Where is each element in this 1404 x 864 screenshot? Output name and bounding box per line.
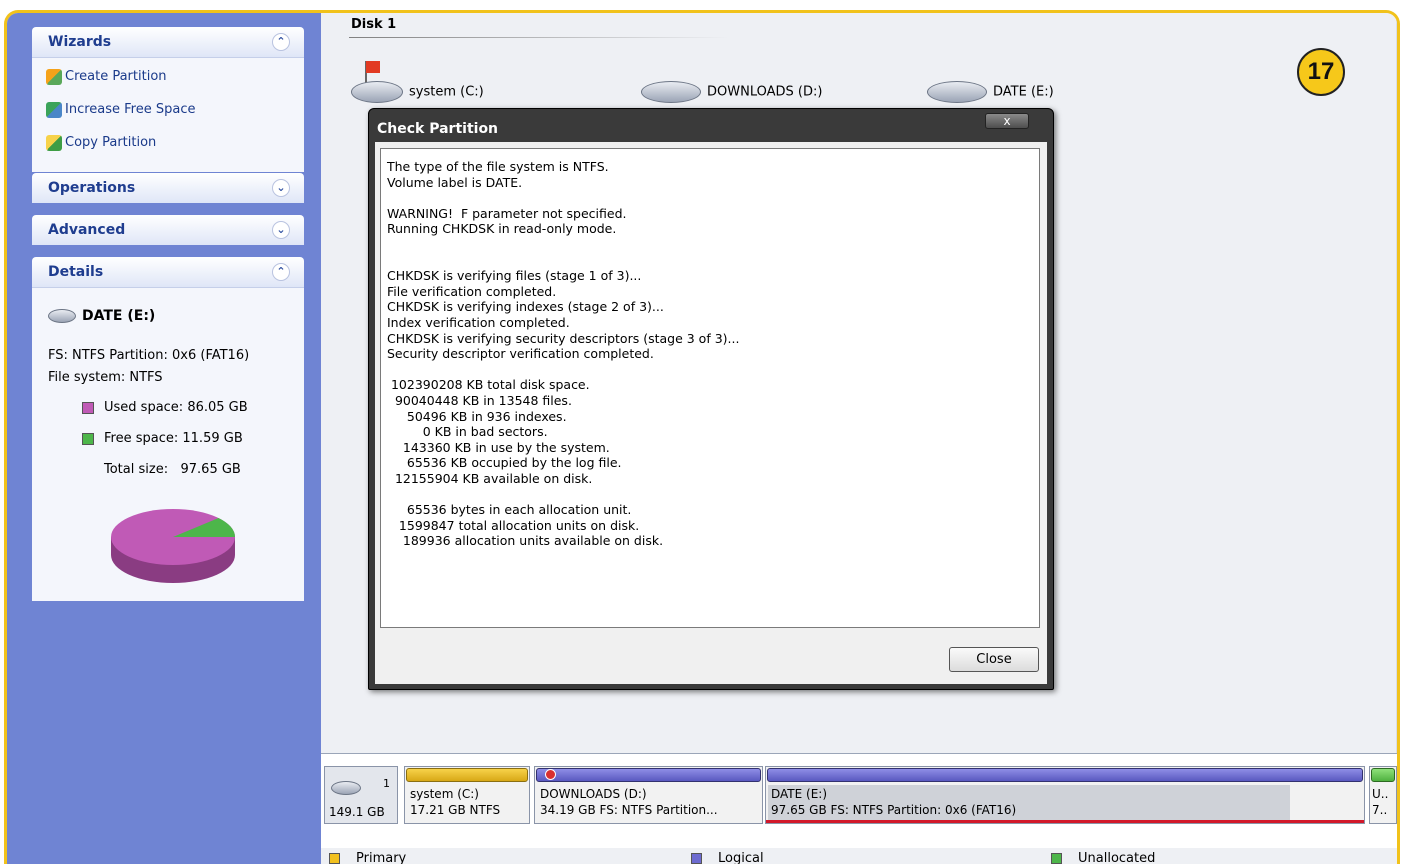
drive-c[interactable]: system (C:) [351,81,484,103]
details-panel: Details ⌃ DATE (E:) FS: NTFS Partition: … [32,257,304,601]
hard-drive-icon [641,81,701,103]
dialog-close-icon[interactable]: x [985,113,1029,129]
active-flag-icon [366,61,380,73]
disk-size: 149.1 GB [329,805,385,819]
partition-d-name: DOWNLOADS (D:) [540,787,647,801]
logical-swatch [691,853,702,864]
operations-title: Operations [48,180,136,196]
free-space-row: Free space: 11.59 GB [82,431,243,446]
total-size-row: Total size: 97.65 GB [104,462,241,477]
check-partition-dialog: Check Partition x The type of the file s… [368,108,1054,690]
partition-e-info: 97.65 GB FS: NTFS Partition: 0x6 (FAT16) [771,803,1017,817]
disk-1-block[interactable]: 1 149.1 GB [324,766,398,824]
main-area: Disk 1 system (C:) DOWNLOADS (D:) DATE (… [321,13,1397,864]
partition-e-name: DATE (E:) [771,787,828,801]
partition-legend: Primary Logical Unallocated [321,848,1397,864]
application-window: Wizards ⌃ Create Partition Increase Free… [4,10,1400,864]
copy-partition-link[interactable]: Copy Partition [32,126,304,159]
hard-drive-icon [351,81,403,103]
wizards-header[interactable]: Wizards ⌃ [32,27,304,57]
unallocated-swatch [1051,853,1062,864]
chkdsk-output-text[interactable]: The type of the file system is NTFS. Vol… [380,148,1040,628]
details-header[interactable]: Details ⌃ [32,257,304,287]
free-space-label: Free space: [104,431,179,446]
usage-pie-chart [111,509,235,583]
wizards-panel: Wizards ⌃ Create Partition Increase Free… [32,27,304,172]
unallocated-info: 7.. [1372,803,1388,817]
close-button[interactable]: Close [949,647,1039,672]
selection-underline [766,820,1364,823]
disk-title: Disk 1 [351,17,397,32]
drive-c-label: system (C:) [409,84,484,100]
collapse-icon[interactable]: ⌃ [272,263,290,281]
increase-free-space-icon [46,102,62,118]
hard-drive-icon [331,781,361,795]
expand-icon[interactable]: ⌄ [272,221,290,239]
partition-c-info: 17.21 GB NTFS [410,803,501,817]
operations-header[interactable]: Operations ⌄ [32,173,304,203]
advanced-panel: Advanced ⌄ [32,215,304,245]
create-partition-link[interactable]: Create Partition [32,60,304,93]
details-title: Details [48,264,104,280]
error-icon [545,769,556,780]
drive-e-label: DATE (E:) [993,84,1054,100]
free-space-value: 11.59 GB [182,431,243,446]
logical-bar [536,768,761,782]
total-size-value: 97.65 GB [180,462,241,477]
partition-c-name: system (C:) [410,787,479,801]
used-space-value: 86.05 GB [187,400,248,415]
legend-unallocated: Unallocated [1051,851,1155,864]
legend-logical: Logical [691,851,764,864]
used-color-swatch [82,401,94,414]
unallocated-name: U.. [1372,787,1389,801]
disk-number: 1 [383,777,390,790]
drive-e[interactable]: DATE (E:) [927,81,1054,103]
dialog-content: The type of the file system is NTFS. Vol… [375,142,1047,684]
task-pane: Wizards ⌃ Create Partition Increase Free… [7,13,321,864]
details-filesystem: File system: NTFS [48,370,163,385]
advanced-header[interactable]: Advanced ⌄ [32,215,304,245]
details-drive-label: DATE (E:) [82,308,156,324]
details-body: DATE (E:) FS: NTFS Partition: 0x6 (FAT16… [32,287,304,601]
increase-free-space-label: Increase Free Space [65,102,196,117]
increase-free-space-link[interactable]: Increase Free Space [32,93,304,126]
collapse-icon[interactable]: ⌃ [272,33,290,51]
advanced-title: Advanced [48,222,126,238]
primary-swatch [329,853,340,864]
hard-drive-icon [48,309,76,323]
details-fs: FS: NTFS Partition: 0x6 (FAT16) [48,348,250,363]
primary-bar [406,768,528,782]
used-space-label: Used space: [104,400,184,415]
legend-primary: Primary [329,851,406,864]
partition-d-block[interactable]: DOWNLOADS (D:) 34.19 GB FS: NTFS Partiti… [534,766,763,824]
total-size-label: Total size: [104,462,169,477]
disk-map: 1 149.1 GB system (C:) 17.21 GB NTFS DOW… [321,753,1397,848]
copy-partition-icon [46,135,62,151]
legend-logical-label: Logical [718,851,764,864]
free-color-swatch [82,432,94,445]
create-partition-icon [46,69,62,85]
dialog-title: Check Partition [377,121,499,137]
details-drive: DATE (E:) [48,308,155,324]
operations-panel: Operations ⌄ [32,173,304,203]
partition-c-block[interactable]: system (C:) 17.21 GB NTFS [404,766,530,824]
unallocated-bar [1371,768,1395,782]
vertical-scrollbar[interactable] [1396,13,1397,753]
disk-title-divider [349,37,729,38]
step-number-badge: 17 [1297,48,1345,96]
partition-d-info: 34.19 GB FS: NTFS Partition... [540,803,718,817]
expand-icon[interactable]: ⌄ [272,179,290,197]
used-space-row: Used space: 86.05 GB [82,400,248,415]
legend-unallocated-label: Unallocated [1078,851,1156,864]
hard-drive-icon [927,81,987,103]
copy-partition-label: Copy Partition [65,135,157,150]
partition-e-block[interactable]: DATE (E:) 97.65 GB FS: NTFS Partition: 0… [765,766,1365,824]
wizards-title: Wizards [48,34,112,50]
drive-d[interactable]: DOWNLOADS (D:) [641,81,822,103]
legend-primary-label: Primary [356,851,407,864]
logical-bar [767,768,1363,782]
unallocated-block[interactable]: U.. 7.. [1369,766,1397,824]
create-partition-label: Create Partition [65,69,167,84]
drive-d-label: DOWNLOADS (D:) [707,84,823,100]
